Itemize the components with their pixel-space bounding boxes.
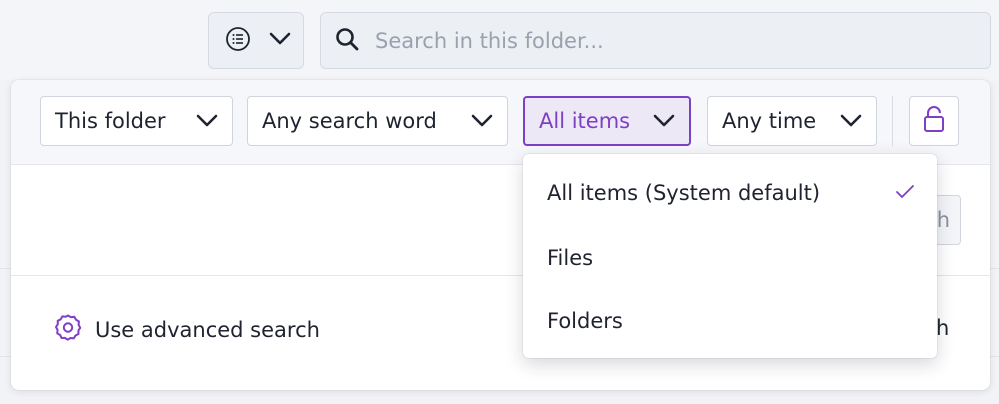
advanced-search-label: Use advanced search bbox=[95, 317, 320, 342]
view-toggle-button[interactable] bbox=[208, 12, 304, 69]
filter-label: Any time bbox=[722, 109, 817, 133]
menu-item-files[interactable]: Files bbox=[523, 228, 937, 288]
item-type-menu: All items (System default) Files Folders bbox=[523, 154, 937, 358]
lock-search-button[interactable] bbox=[909, 96, 959, 146]
menu-item-label: Files bbox=[547, 246, 594, 270]
search-input[interactable] bbox=[373, 27, 937, 54]
filter-scope-dropdown[interactable]: This folder bbox=[40, 96, 233, 146]
filter-label: This folder bbox=[55, 109, 166, 133]
list-icon bbox=[225, 26, 251, 56]
search-icon bbox=[335, 27, 359, 55]
filter-label: Any search word bbox=[262, 109, 437, 133]
chevron-down-icon bbox=[196, 109, 218, 133]
filter-label: All items bbox=[539, 109, 631, 133]
menu-item-folders[interactable]: Folders bbox=[523, 291, 937, 351]
filter-bar: This folder Any search word All items An… bbox=[11, 80, 990, 165]
partially-hidden-text: h bbox=[936, 316, 950, 340]
gear-icon bbox=[53, 312, 83, 347]
button-label: h bbox=[936, 208, 950, 232]
filter-divider bbox=[892, 96, 893, 146]
check-icon bbox=[895, 181, 915, 205]
unlock-icon bbox=[923, 105, 945, 137]
menu-item-label: Folders bbox=[547, 309, 623, 333]
filter-search-word-dropdown[interactable]: Any search word bbox=[247, 96, 508, 146]
menu-item-all-items[interactable]: All items (System default) bbox=[523, 163, 937, 223]
chevron-down-icon bbox=[269, 31, 291, 50]
search-screen: This folder Any search word All items An… bbox=[0, 0, 999, 404]
menu-item-label: All items (System default) bbox=[547, 181, 821, 205]
chevron-down-icon bbox=[653, 109, 675, 133]
chevron-down-icon bbox=[840, 109, 862, 133]
search-box[interactable] bbox=[320, 12, 991, 69]
advanced-search-link[interactable]: Use advanced search bbox=[53, 312, 320, 347]
filter-time-dropdown[interactable]: Any time bbox=[707, 96, 877, 146]
filter-item-type-dropdown[interactable]: All items bbox=[523, 96, 691, 146]
chevron-down-icon bbox=[471, 109, 493, 133]
